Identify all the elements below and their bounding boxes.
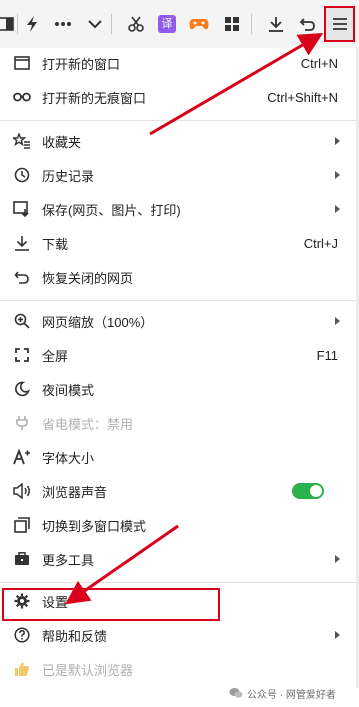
menu-item-label: 切换到多窗口模式 [42, 518, 147, 534]
menu-item-shortcut: Ctrl+N [300, 55, 338, 71]
download-icon[interactable] [262, 10, 290, 38]
browser-toolbar: 译 [0, 0, 359, 49]
menu-item-fullscreen[interactable]: 全屏 F11 [0, 338, 356, 372]
menu-item-browser-sound[interactable]: 浏览器声音 [0, 474, 356, 508]
hamburger-menu-icon[interactable] [326, 10, 354, 38]
menu-item-restore-closed-page[interactable]: 恢复关闭的网页 [0, 260, 356, 294]
plug-icon [12, 413, 32, 433]
menu-item-label: 下载 [42, 236, 69, 252]
watermark-text: 公众号 · 网管爱好者 [247, 689, 336, 701]
submenu-arrow-icon [335, 137, 340, 145]
apps-grid-icon[interactable] [218, 10, 246, 38]
menu-item-history[interactable]: 历史记录 [0, 158, 356, 192]
toggle-knob [310, 485, 322, 497]
menu-item-label: 字体大小 [42, 450, 95, 466]
menu-item-default-browser: 已是默认浏览器 [0, 652, 356, 686]
settings-highlight-box [2, 588, 220, 621]
translate-icon-text: 译 [158, 15, 176, 33]
undo-icon [12, 267, 32, 287]
sound-toggle-switch[interactable] [292, 483, 324, 499]
gamepad-icon[interactable] [185, 10, 213, 38]
menu-item-label: 打开新的窗口 [42, 56, 121, 72]
menu-item-label: 帮助和反馈 [42, 628, 108, 644]
more-icon[interactable] [49, 10, 77, 38]
window-icon [12, 53, 32, 73]
watermark: 公众号 · 网管爱好者 [229, 686, 336, 701]
menu-divider [0, 300, 356, 301]
menu-item-label: 保存(网页、图片、打印) [42, 202, 181, 218]
multi-window-icon [12, 515, 32, 535]
undo-icon[interactable] [294, 10, 322, 38]
menu-item-power-saving: 省电模式：禁用 [0, 406, 356, 440]
menu-item-label: 更多工具 [42, 552, 95, 568]
translate-icon[interactable]: 译 [153, 10, 181, 38]
menu-item-label: 省电模式：禁用 [42, 416, 134, 432]
submenu-arrow-icon [335, 171, 340, 179]
menu-item-shortcut: F11 [316, 347, 338, 363]
chevron-down-icon[interactable] [81, 10, 109, 38]
menu-item-label: 全屏 [42, 348, 69, 364]
menu-item-new-window[interactable]: 打开新的窗口 Ctrl+N [0, 46, 356, 80]
toolbar-divider [251, 14, 252, 34]
speaker-icon [12, 481, 32, 501]
submenu-arrow-icon [335, 555, 340, 563]
toolbar-divider [111, 14, 112, 34]
menu-divider [0, 120, 356, 121]
menu-item-zoom[interactable]: 网页缩放（100%） [0, 304, 356, 338]
submenu-arrow-icon [335, 317, 340, 325]
menu-item-label: 网页缩放（100%） [42, 314, 154, 330]
toolbox-icon [12, 549, 32, 569]
menu-item-save[interactable]: 保存(网页、图片、打印) [0, 192, 356, 226]
zoom-in-icon [12, 311, 32, 331]
menu-item-font-size[interactable]: 字体大小 [0, 440, 356, 474]
thumbs-up-icon [12, 659, 32, 679]
scissors-icon[interactable] [122, 10, 150, 38]
lightning-icon[interactable] [18, 10, 46, 38]
menu-item-shortcut: Ctrl+J [303, 235, 338, 251]
star-list-icon [12, 131, 32, 151]
menu-item-new-incognito-window[interactable]: 打开新的无痕窗口 Ctrl+Shift+N [0, 80, 356, 114]
submenu-arrow-icon [335, 631, 340, 639]
menu-item-label: 已是默认浏览器 [42, 662, 134, 678]
download-icon [12, 233, 32, 253]
save-page-icon [12, 199, 32, 219]
menu-item-label: 打开新的无痕窗口 [42, 90, 147, 106]
font-size-icon [12, 447, 32, 467]
menu-divider [0, 582, 356, 583]
menu-item-label: 收藏夹 [42, 134, 82, 150]
help-icon [12, 625, 32, 645]
fullscreen-icon [12, 345, 32, 365]
menu-item-favorites[interactable]: 收藏夹 [0, 124, 356, 158]
submenu-arrow-icon [335, 205, 340, 213]
menu-item-multi-window-mode[interactable]: 切换到多窗口模式 [0, 508, 356, 542]
menu-item-shortcut: Ctrl+Shift+N [267, 89, 338, 105]
menu-item-label: 夜间模式 [42, 382, 95, 398]
menu-item-more-tools[interactable]: 更多工具 [0, 542, 356, 576]
wechat-icon [229, 688, 243, 698]
menu-item-label: 历史记录 [42, 168, 95, 184]
menu-item-label: 浏览器声音 [42, 484, 108, 500]
menu-item-night-mode[interactable]: 夜间模式 [0, 372, 356, 406]
incognito-icon [12, 87, 32, 107]
menu-item-downloads[interactable]: 下载 Ctrl+J [0, 226, 356, 260]
menu-item-label: 恢复关闭的网页 [42, 270, 134, 286]
clock-icon [12, 165, 32, 185]
menu-item-help-feedback[interactable]: 帮助和反馈 [0, 618, 356, 652]
moon-icon [12, 379, 32, 399]
